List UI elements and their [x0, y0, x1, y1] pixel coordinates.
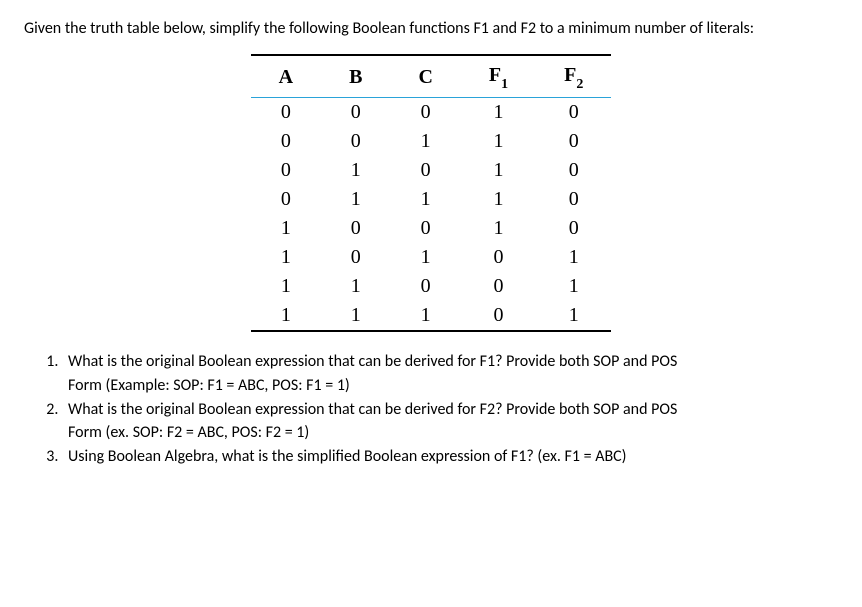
- cell: 0: [251, 98, 321, 128]
- cell: 1: [321, 301, 390, 331]
- f2-base: F: [564, 64, 576, 86]
- table-row: 1 1 1 0 1: [251, 301, 612, 331]
- cell: 1: [536, 301, 611, 331]
- table-row: 1 0 1 0 1: [251, 243, 612, 272]
- question-3: Using Boolean Algebra, what is the simpl…: [62, 445, 838, 468]
- q1-text-line1: What is the original Boolean expression …: [68, 352, 677, 371]
- cell: 0: [461, 272, 536, 301]
- cell: 0: [251, 156, 321, 185]
- problem-intro: Given the truth table below, simplify th…: [24, 18, 838, 40]
- cell: 1: [461, 185, 536, 214]
- questions-list: What is the original Boolean expression …: [24, 350, 838, 468]
- table-row: 1 0 0 1 0: [251, 214, 612, 243]
- cell: 0: [461, 301, 536, 331]
- cell: 1: [251, 214, 321, 243]
- cell: 0: [461, 243, 536, 272]
- col-header-a: A: [251, 55, 321, 98]
- cell: 0: [390, 272, 460, 301]
- cell: 0: [321, 127, 390, 156]
- q2-text-line2: Form (ex. SOP: F2 = ABC, POS: F2 = 1): [68, 421, 838, 444]
- cell: 1: [536, 243, 611, 272]
- cell: 0: [390, 98, 460, 128]
- q1-text-line2: Form (Example: SOP: F1 = ABC, POS: F1 = …: [68, 374, 838, 397]
- cell: 0: [536, 98, 611, 128]
- cell: 0: [321, 214, 390, 243]
- cell: 1: [390, 301, 460, 331]
- q3-text: Using Boolean Algebra, what is the simpl…: [68, 447, 627, 466]
- cell: 1: [251, 243, 321, 272]
- table-row: 0 0 0 1 0: [251, 98, 612, 128]
- f1-sub: 1: [501, 77, 508, 92]
- col-header-c: C: [390, 55, 460, 98]
- question-1: What is the original Boolean expression …: [62, 350, 838, 396]
- cell: 1: [321, 272, 390, 301]
- col-header-f1: F1: [461, 55, 536, 98]
- question-2: What is the original Boolean expression …: [62, 398, 838, 444]
- cell: 1: [461, 127, 536, 156]
- cell: 0: [536, 156, 611, 185]
- table-row: 1 1 0 0 1: [251, 272, 612, 301]
- cell: 0: [251, 185, 321, 214]
- col-header-f2: F2: [536, 55, 611, 98]
- cell: 1: [321, 156, 390, 185]
- f1-base: F: [489, 64, 501, 86]
- cell: 0: [390, 214, 460, 243]
- cell: 1: [390, 127, 460, 156]
- cell: 1: [461, 98, 536, 128]
- cell: 1: [321, 185, 390, 214]
- table-row: 0 1 1 1 0: [251, 185, 612, 214]
- col-header-b: B: [321, 55, 390, 98]
- cell: 1: [251, 272, 321, 301]
- cell: 0: [536, 127, 611, 156]
- cell: 0: [536, 185, 611, 214]
- f2-sub: 2: [576, 77, 583, 92]
- cell: 0: [390, 156, 460, 185]
- cell: 1: [461, 156, 536, 185]
- truth-table-wrapper: A B C F1 F2 0 0 0 1 0 0 0 1 1 0: [24, 54, 838, 332]
- cell: 0: [321, 243, 390, 272]
- table-row: 0 0 1 1 0: [251, 127, 612, 156]
- cell: 1: [461, 214, 536, 243]
- cell: 1: [390, 185, 460, 214]
- cell: 1: [251, 301, 321, 331]
- cell: 1: [390, 243, 460, 272]
- cell: 0: [251, 127, 321, 156]
- cell: 0: [536, 214, 611, 243]
- table-row: 0 1 0 1 0: [251, 156, 612, 185]
- table-header-row: A B C F1 F2: [251, 55, 612, 98]
- cell: 1: [536, 272, 611, 301]
- truth-table: A B C F1 F2 0 0 0 1 0 0 0 1 1 0: [251, 54, 612, 332]
- q2-text-line1: What is the original Boolean expression …: [68, 400, 677, 419]
- cell: 0: [321, 98, 390, 128]
